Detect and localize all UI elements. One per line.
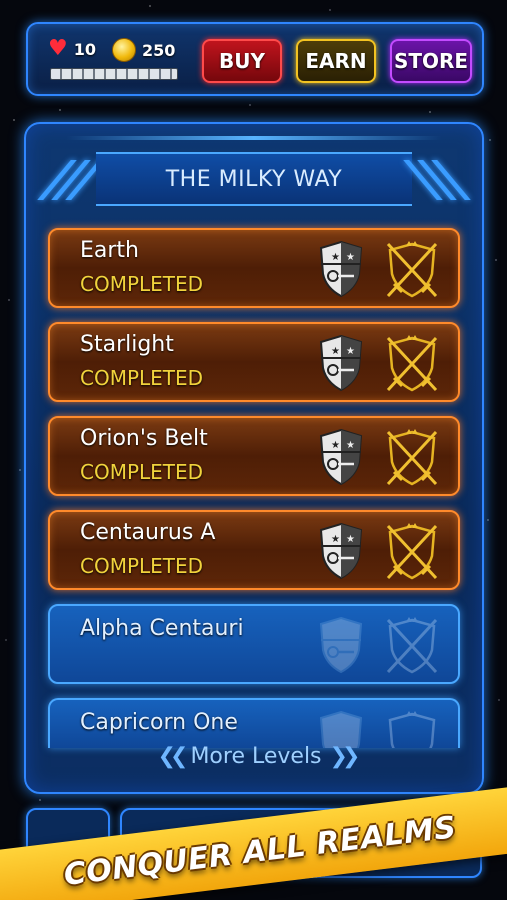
store-button[interactable]: STORE <box>390 39 472 83</box>
shield-key-icon: ★ ★ <box>319 240 363 298</box>
crossed-swords-icon <box>386 335 438 392</box>
double-chevron-right-icon: ❯❯ <box>329 743 361 769</box>
promo-banner: CONQUER ALL REALMS <box>0 784 507 900</box>
level-name: Starlight <box>80 332 174 357</box>
svg-text:★: ★ <box>346 252 355 263</box>
level-name: Capricorn One <box>80 710 238 735</box>
shield-key-icon: ★ ★ <box>319 334 363 392</box>
shield-key-icon: ★ ★ <box>319 522 363 580</box>
level-status: COMPLETED <box>80 554 204 578</box>
more-levels-button[interactable]: ❮❮ More Levels ❯❯ <box>122 736 390 776</box>
lives-counter: ♥ 10 <box>48 38 96 60</box>
heart-icon: ♥ <box>48 36 68 61</box>
coins-counter: 250 <box>112 38 175 62</box>
level-row-orions-belt[interactable]: Orion's Belt COMPLETED ★ ★ <box>48 416 460 496</box>
level-name: Orion's Belt <box>80 426 208 451</box>
lives-value: 10 <box>73 39 96 59</box>
crossed-swords-icon <box>388 711 436 748</box>
svg-text:★: ★ <box>331 534 340 545</box>
level-row-earth[interactable]: Earth COMPLETED ★ ★ <box>48 228 460 308</box>
level-row-alpha-centauri[interactable]: Alpha Centauri <box>48 604 460 684</box>
double-chevron-left-icon: ❮❮ <box>157 743 189 769</box>
title-stripes-left <box>37 160 105 200</box>
svg-text:★: ★ <box>346 440 355 451</box>
title-stripes-right <box>403 160 471 200</box>
crossed-swords-icon <box>386 617 438 674</box>
svg-text:★: ★ <box>346 346 355 357</box>
level-status: COMPLETED <box>80 460 204 484</box>
svg-text:★: ★ <box>346 534 355 545</box>
shield-key-icon <box>319 616 363 674</box>
level-name: Centaurus A <box>80 520 216 545</box>
title-banner: THE MILKY WAY <box>96 152 412 206</box>
level-status: COMPLETED <box>80 366 204 390</box>
level-name: Alpha Centauri <box>80 616 244 641</box>
coins-value: 250 <box>142 40 176 60</box>
crossed-swords-icon <box>386 241 438 298</box>
level-select-panel: THE MILKY WAY Earth COMPLETED ★ ★ Starli… <box>24 122 484 794</box>
level-name: Earth <box>80 238 139 263</box>
svg-text:★: ★ <box>331 346 340 357</box>
top-hud: ♥ 10 250 BUY EARN STORE <box>26 22 484 96</box>
level-row-starlight[interactable]: Starlight COMPLETED ★ ★ <box>48 322 460 402</box>
level-row-centaurus-a[interactable]: Centaurus A COMPLETED ★ ★ <box>48 510 460 590</box>
buy-button[interactable]: BUY <box>202 39 282 83</box>
page-title: THE MILKY WAY <box>165 166 343 192</box>
svg-text:★: ★ <box>331 440 340 451</box>
energy-bar <box>50 68 178 80</box>
crossed-swords-icon <box>386 429 438 486</box>
more-levels-label: More Levels <box>190 743 322 769</box>
panel-top-glow <box>66 136 442 140</box>
svg-text:★: ★ <box>331 252 340 263</box>
coin-icon <box>112 38 136 62</box>
crossed-swords-icon <box>386 523 438 580</box>
level-status: COMPLETED <box>80 272 204 296</box>
shield-key-icon: ★ ★ <box>319 428 363 486</box>
earn-button[interactable]: EARN <box>296 39 376 83</box>
